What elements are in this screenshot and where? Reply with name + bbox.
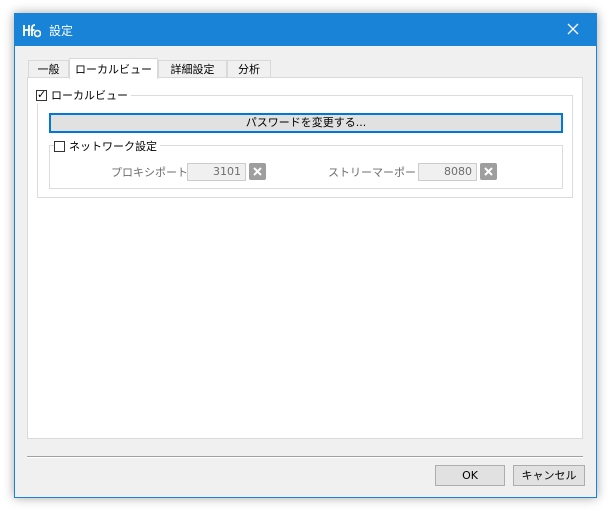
settings-dialog: 設定 一般 ローカルビュー 詳細設定 分析 ✓ ローカルビュー パスワードを変更… bbox=[14, 13, 597, 498]
checkmark-icon: ✓ bbox=[37, 87, 47, 101]
local-view-checkbox-row[interactable]: ✓ ローカルビュー bbox=[36, 87, 131, 103]
local-view-group: ✓ ローカルビュー パスワードを変更する... ネットワーク設定 プロキシポート… bbox=[36, 87, 573, 198]
tab-analysis[interactable]: 分析 bbox=[227, 60, 271, 77]
close-button[interactable] bbox=[550, 14, 596, 46]
clear-icon bbox=[253, 165, 262, 179]
tab-local-view[interactable]: ローカルビュー bbox=[69, 58, 158, 79]
close-icon bbox=[567, 23, 579, 38]
proxy-port-label: プロキシポート: bbox=[111, 166, 192, 179]
cancel-button[interactable]: キャンセル bbox=[513, 465, 585, 486]
network-settings-checkbox[interactable] bbox=[54, 140, 65, 152]
streamer-port-label: ストリーマーポート: bbox=[328, 166, 431, 179]
app-icon bbox=[23, 22, 42, 38]
streamer-port-input[interactable]: 8080 bbox=[418, 163, 477, 181]
tab-general[interactable]: 一般 bbox=[28, 60, 69, 77]
local-view-label: ローカルビュー bbox=[51, 89, 128, 102]
tab-advanced[interactable]: 詳細設定 bbox=[158, 60, 227, 77]
footer-separator bbox=[27, 456, 583, 458]
proxy-port-clear-button[interactable] bbox=[249, 163, 266, 180]
proxy-port-input[interactable]: 3101 bbox=[187, 163, 246, 181]
title-bar: 設定 bbox=[15, 14, 596, 46]
change-password-button[interactable]: パスワードを変更する... bbox=[49, 113, 563, 133]
window-title: 設定 bbox=[49, 24, 74, 38]
network-settings-group: ネットワーク設定 プロキシポート: 3101 ストリーマーポート: 8080 bbox=[49, 138, 563, 189]
streamer-port-clear-button[interactable] bbox=[480, 163, 497, 180]
network-settings-label: ネットワーク設定 bbox=[69, 140, 157, 153]
local-view-panel: ✓ ローカルビュー パスワードを変更する... ネットワーク設定 プロキシポート… bbox=[27, 77, 583, 439]
ok-button[interactable]: OK bbox=[435, 465, 505, 486]
local-view-checkbox[interactable]: ✓ bbox=[36, 87, 47, 101]
clear-icon bbox=[484, 165, 493, 179]
network-settings-checkbox-row[interactable]: ネットワーク設定 bbox=[54, 138, 160, 154]
